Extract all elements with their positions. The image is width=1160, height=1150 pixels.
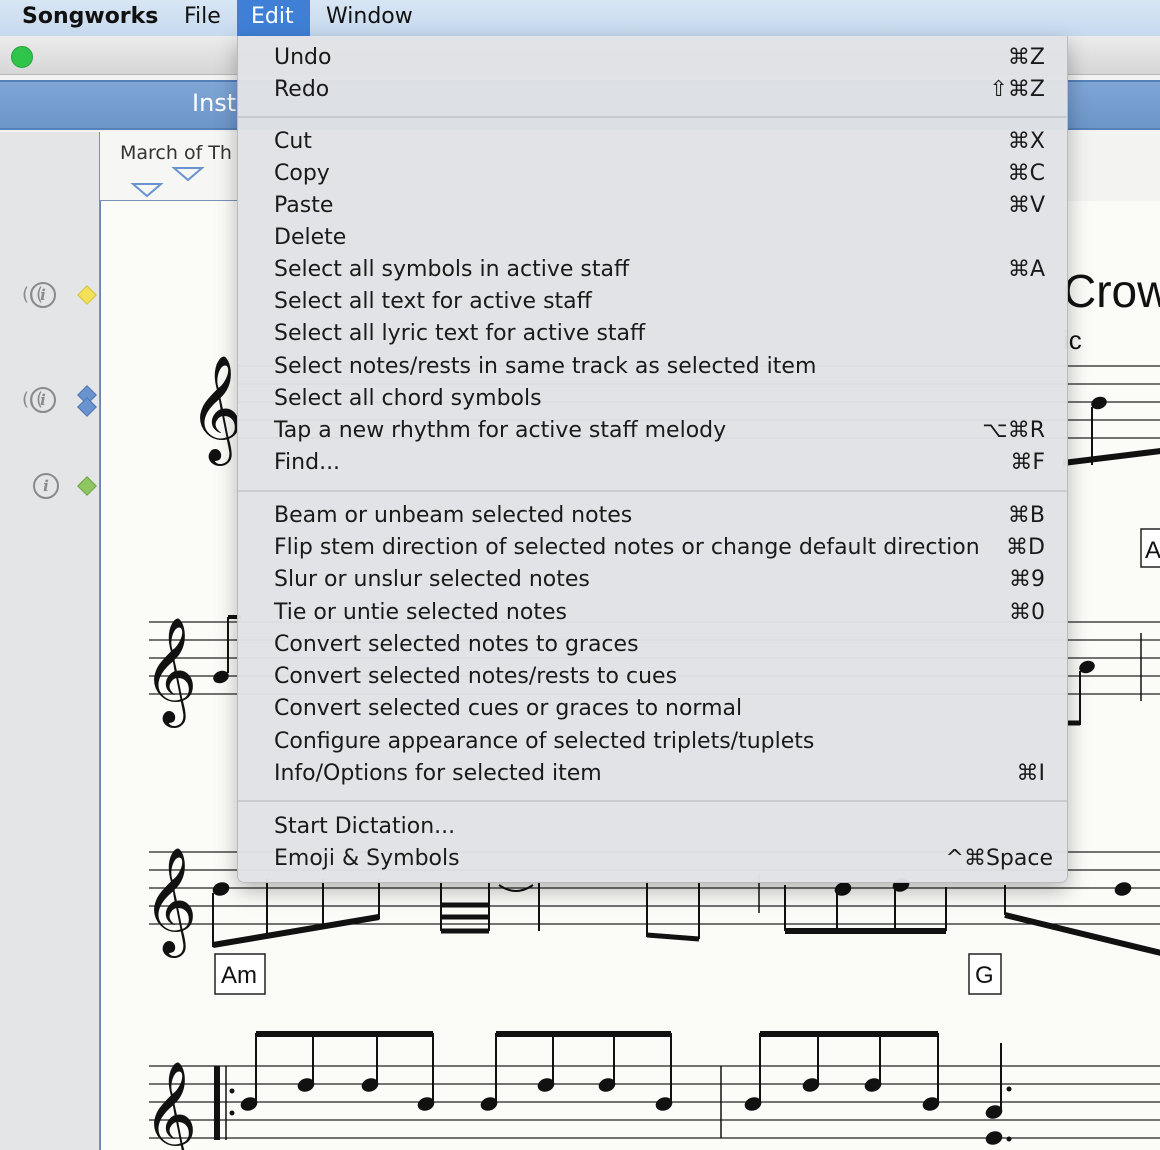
- menu-item-emoji-symbols[interactable]: Emoji & Symbols ^⌘Space: [238, 843, 1067, 875]
- menu-item-select-all-lyric-text[interactable]: Select all lyric text for active staff: [238, 318, 1067, 350]
- menu-item-label: Convert selected cues or graces to norma…: [274, 696, 743, 721]
- menu-item-slur[interactable]: Slur or unslur selected notes ⌘9: [238, 564, 1067, 596]
- edit-menu-dropdown: Undo ⌘Z Redo ⇧⌘Z Cut ⌘X Copy ⌘C Paste ⌘V…: [237, 36, 1068, 883]
- menu-item-undo[interactable]: Undo ⌘Z: [238, 42, 1067, 74]
- menu-item-label: Tap a new rhythm for active staff melody: [274, 418, 727, 443]
- chord-symbol[interactable]: Am: [221, 962, 257, 989]
- tab-marker-triangle[interactable]: [130, 183, 164, 198]
- menu-item-label: Tie or untie selected notes: [274, 600, 567, 625]
- menu-item-label: Select all text for active staff: [274, 289, 592, 314]
- menu-item-redo[interactable]: Redo ⇧⌘Z: [238, 74, 1067, 106]
- menu-item-label: Find...: [274, 450, 341, 475]
- menu-item-shortcut: ⌘Z: [1007, 45, 1045, 70]
- menu-item-label: Start Dictation...: [274, 814, 456, 839]
- window-zoom-button[interactable]: [11, 46, 33, 68]
- staff-control-panel: ((( i ((( i i: [0, 132, 100, 1150]
- menu-app-songworks[interactable]: Songworks: [8, 0, 172, 36]
- menu-item-shortcut: ⌘0: [1009, 600, 1045, 625]
- instrument-bar-label: Inst: [192, 89, 237, 117]
- menu-item-info-options[interactable]: Info/Options for selected item ⌘I: [238, 758, 1067, 790]
- chord-symbol[interactable]: G: [975, 962, 994, 989]
- menu-item-label: Paste: [274, 193, 334, 218]
- menu-item-shortcut: ⌘9: [1009, 567, 1045, 592]
- info-icon[interactable]: i: [30, 387, 56, 413]
- menu-item-label: Emoji & Symbols: [274, 846, 460, 871]
- menu-separator: [238, 490, 1067, 492]
- menu-item-shortcut: ⌘X: [1007, 129, 1045, 154]
- menu-item-convert-to-normal[interactable]: Convert selected cues or graces to norma…: [238, 693, 1067, 725]
- menu-window[interactable]: Window: [312, 0, 427, 36]
- tab-markers: [130, 167, 205, 198]
- menu-item-beam[interactable]: Beam or unbeam selected notes ⌘B: [238, 500, 1067, 532]
- score-tab-strip: March of Th: [100, 132, 240, 201]
- diamond-marker-icon[interactable]: [77, 397, 97, 417]
- diamond-marker-icon[interactable]: [77, 285, 97, 305]
- menu-separator: [238, 800, 1067, 802]
- menu-item-configure-tuplets[interactable]: Configure appearance of selected triplet…: [238, 726, 1067, 758]
- menu-item-label: Undo: [274, 45, 332, 70]
- diamond-marker-icon[interactable]: [77, 476, 97, 496]
- menu-separator: [238, 116, 1067, 118]
- menu-item-label: Copy: [274, 161, 330, 186]
- menu-item-label: Beam or unbeam selected notes: [274, 503, 633, 528]
- menu-bar: Songworks File Edit Window: [0, 0, 1160, 37]
- staff-4: [149, 1065, 1160, 1139]
- menu-item-delete[interactable]: Delete: [238, 222, 1067, 254]
- treble-clef-icon: 𝄞: [143, 846, 197, 958]
- menu-item-label: Slur or unslur selected notes: [274, 567, 590, 592]
- menu-item-shortcut: ⌥⌘R: [982, 418, 1045, 443]
- treble-clef-icon: 𝄞: [143, 616, 197, 728]
- menu-item-shortcut: ⇧⌘Z: [989, 77, 1045, 102]
- menu-item-convert-to-cues[interactable]: Convert selected notes/rests to cues: [238, 661, 1067, 693]
- menu-item-select-all-chord-symbols[interactable]: Select all chord symbols: [238, 383, 1067, 415]
- tab-marker-triangle[interactable]: [171, 167, 205, 182]
- treble-clef-icon: 𝄞: [189, 354, 243, 466]
- menu-item-label: Configure appearance of selected triplet…: [274, 729, 815, 754]
- menu-item-label: Delete: [274, 225, 347, 250]
- menu-item-label: Convert selected notes to graces: [274, 632, 639, 657]
- menu-file[interactable]: File: [170, 0, 235, 36]
- menu-item-label: Redo: [274, 77, 330, 102]
- staff-4-notes: [214, 1031, 1012, 1145]
- chord-symbol[interactable]: A: [1145, 537, 1160, 564]
- score-title: Crow: [1063, 265, 1160, 317]
- menu-item-shortcut: ^⌘Space: [945, 846, 1053, 871]
- menu-item-cut[interactable]: Cut ⌘X: [238, 126, 1067, 158]
- menu-item-shortcut: ⌘V: [1007, 193, 1045, 218]
- menu-item-label: Info/Options for selected item: [274, 761, 602, 786]
- menu-item-shortcut: ⌘I: [1016, 761, 1046, 786]
- menu-item-flip-stem[interactable]: Flip stem direction of selected notes or…: [238, 532, 1067, 564]
- menu-item-label: Select notes/rests in same track as sele…: [274, 354, 817, 379]
- menu-item-label: Select all symbols in active staff: [274, 257, 630, 282]
- menu-item-paste[interactable]: Paste ⌘V: [238, 190, 1067, 222]
- menu-item-label: Convert selected notes/rests to cues: [274, 664, 678, 689]
- menu-item-select-all-text[interactable]: Select all text for active staff: [238, 286, 1067, 318]
- menu-item-tap-new-rhythm[interactable]: Tap a new rhythm for active staff melody…: [238, 415, 1067, 447]
- menu-item-shortcut: ⌘C: [1007, 161, 1045, 186]
- menu-edit[interactable]: Edit: [237, 0, 310, 36]
- staff-1-notes: [1062, 396, 1160, 466]
- menu-item-select-notes-same-track[interactable]: Select notes/rests in same track as sele…: [238, 351, 1067, 383]
- info-icon[interactable]: i: [33, 473, 59, 499]
- menu-item-shortcut: ⌘B: [1007, 503, 1045, 528]
- menu-item-find[interactable]: Find... ⌘F: [238, 447, 1067, 479]
- menu-item-shortcut: ⌘F: [1010, 450, 1045, 475]
- menu-item-label: Flip stem direction of selected notes or…: [274, 535, 980, 560]
- menu-item-label: Select all chord symbols: [274, 386, 542, 411]
- menu-item-label: Cut: [274, 129, 312, 154]
- menu-item-tie[interactable]: Tie or untie selected notes ⌘0: [238, 597, 1067, 629]
- menu-item-convert-to-graces[interactable]: Convert selected notes to graces: [238, 629, 1067, 661]
- menu-item-start-dictation[interactable]: Start Dictation...: [238, 811, 1067, 843]
- menu-item-select-all-symbols[interactable]: Select all symbols in active staff ⌘A: [238, 254, 1067, 286]
- info-icon[interactable]: i: [30, 282, 56, 308]
- treble-clef-icon: 𝄞: [143, 1060, 197, 1150]
- menu-item-label: Select all lyric text for active staff: [274, 321, 646, 346]
- menu-item-copy[interactable]: Copy ⌘C: [238, 158, 1067, 190]
- menu-item-shortcut: ⌘D: [1006, 535, 1045, 560]
- staff-3-notes: [212, 875, 1160, 956]
- menu-item-shortcut: ⌘A: [1007, 257, 1045, 282]
